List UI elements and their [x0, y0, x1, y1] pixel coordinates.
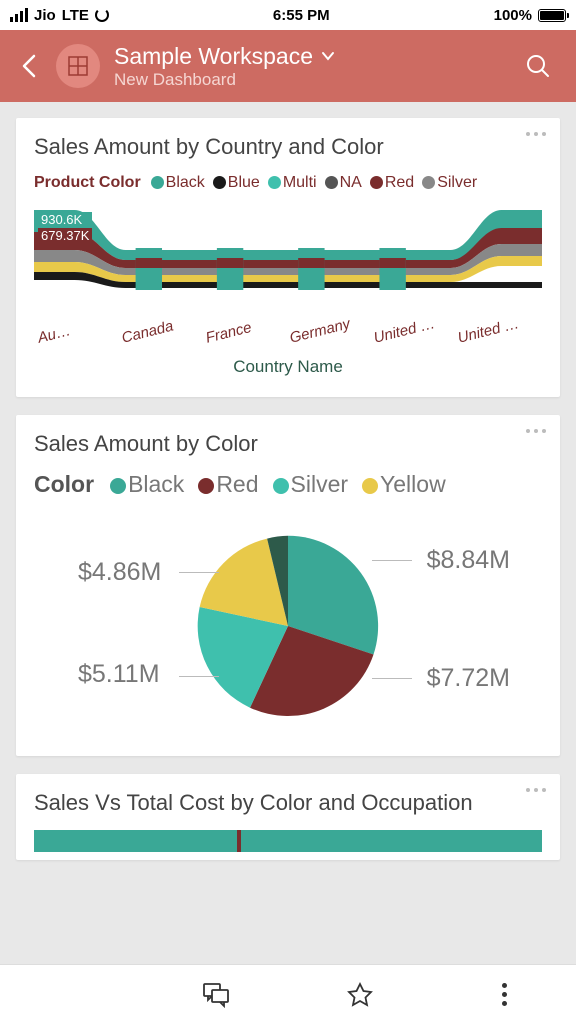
legend-item: Blue: [228, 174, 260, 191]
favorite-button[interactable]: [288, 981, 432, 1009]
x-axis-labels: Au… Canada France Germany United … Unite…: [34, 330, 542, 347]
workspace-icon[interactable]: [56, 44, 100, 88]
tile-title: Sales Vs Total Cost by Color and Occupat…: [34, 790, 542, 816]
legend-item: Black: [166, 174, 205, 191]
tile-menu-button[interactable]: [526, 788, 546, 792]
dashboard-subtitle: New Dashboard: [114, 70, 518, 90]
x-axis-title: Country Name: [34, 357, 542, 377]
legend-item: Red: [385, 174, 414, 191]
data-label: $5.11M: [78, 660, 160, 689]
more-icon: [502, 983, 507, 1006]
tile-menu-button[interactable]: [526, 132, 546, 136]
legend-item: Silver: [437, 174, 477, 191]
bottom-toolbar: [0, 964, 576, 1024]
legend-item: Silver: [291, 471, 349, 497]
carrier-label: Jio: [34, 7, 56, 24]
chart2-legend: Color Black Red Silver Yellow: [34, 471, 542, 498]
data-label: $8.84M: [427, 546, 510, 575]
pie-chart[interactable]: $4.86M $5.11M $8.84M $7.72M: [34, 516, 542, 736]
tile-sales-by-color[interactable]: Sales Amount by Color Color Black Red Si…: [16, 415, 560, 756]
legend-item: Multi: [283, 174, 317, 191]
chevron-down-icon: [321, 51, 335, 61]
legend-item: NA: [340, 174, 362, 191]
legend-item: Black: [128, 471, 184, 497]
workspace-title: Sample Workspace: [114, 43, 313, 70]
legend-label: Product Color: [34, 174, 141, 192]
tile-sales-vs-cost[interactable]: Sales Vs Total Cost by Color and Occupat…: [16, 774, 560, 860]
app-header: Sample Workspace New Dashboard: [0, 30, 576, 102]
tile-sales-by-country-color[interactable]: Sales Amount by Country and Color Produc…: [16, 118, 560, 397]
battery-pct: 100%: [494, 7, 532, 24]
tile-title: Sales Amount by Color: [34, 431, 542, 457]
network-label: LTE: [62, 7, 89, 24]
spinner-icon: [95, 8, 109, 22]
dashboard-content: Sales Amount by Country and Color Produc…: [0, 102, 576, 964]
comments-button[interactable]: [144, 982, 288, 1008]
battery-icon: [538, 9, 566, 22]
back-button[interactable]: [10, 46, 50, 86]
tile-title: Sales Amount by Country and Color: [34, 134, 542, 160]
data-label: $4.86M: [78, 558, 161, 587]
data-label: 930.6K: [38, 212, 92, 228]
data-label: $7.72M: [427, 664, 510, 693]
chart1-legend: Product Color Black Blue Multi NA Red Si…: [34, 174, 542, 192]
legend-label: Color: [34, 471, 94, 498]
more-button[interactable]: [432, 983, 576, 1006]
status-bar: Jio LTE 6:55 PM 100%: [0, 0, 576, 30]
workspace-dropdown[interactable]: Sample Workspace: [114, 43, 518, 70]
clock: 6:55 PM: [273, 7, 330, 24]
legend-item: Red: [216, 471, 258, 497]
search-button[interactable]: [518, 46, 558, 86]
signal-icon: [10, 8, 28, 22]
legend-item: Yellow: [380, 471, 446, 497]
ribbon-chart[interactable]: 930.6K 679.37K: [34, 210, 542, 320]
tile-menu-button[interactable]: [526, 429, 546, 433]
data-label: 679.37K: [38, 228, 92, 244]
bar-chart-preview: [34, 830, 542, 852]
